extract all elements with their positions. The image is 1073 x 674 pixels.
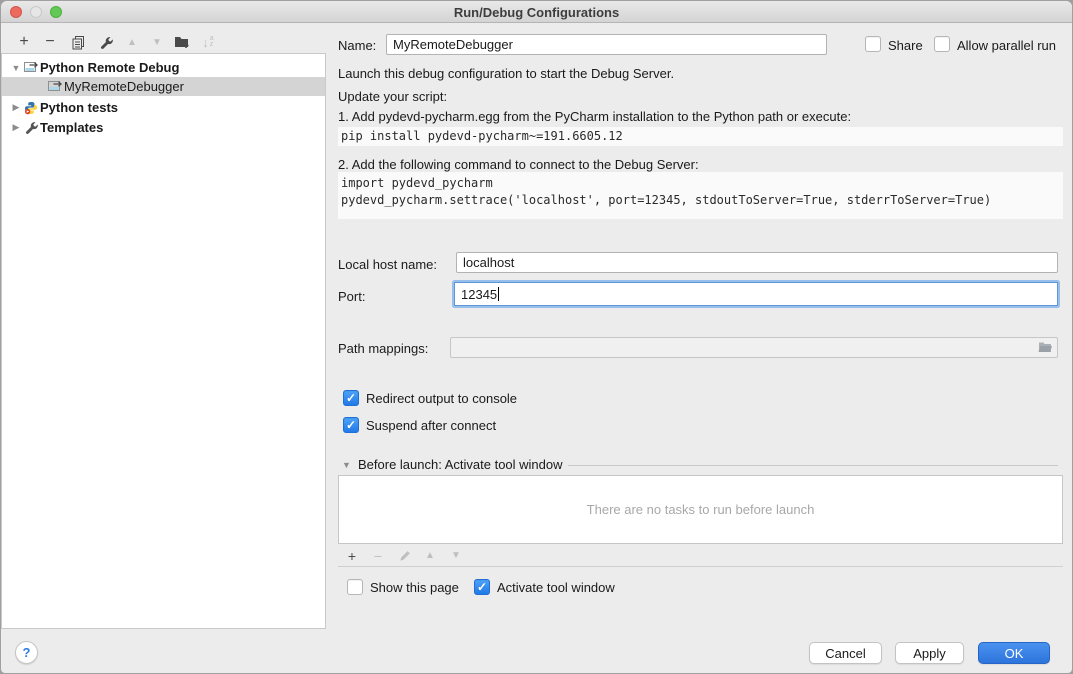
- move-task-down-button: ▼: [446, 547, 466, 564]
- chevron-down-icon[interactable]: ▼: [10, 63, 22, 73]
- add-configuration-button[interactable]: +: [13, 32, 35, 52]
- before-launch-title: Before launch: Activate tool window: [358, 457, 563, 472]
- port-input[interactable]: 12345: [454, 282, 1058, 306]
- redirect-output-label: Redirect output to console: [366, 391, 517, 406]
- name-input[interactable]: [386, 34, 827, 55]
- instruction-update: Update your script:: [338, 89, 447, 104]
- path-mappings-input[interactable]: [450, 337, 1058, 358]
- copy-configuration-icon[interactable]: [67, 32, 89, 52]
- edit-templates-wrench-icon[interactable]: [95, 32, 117, 52]
- before-launch-task-list[interactable]: There are no tasks to run before launch: [338, 475, 1063, 544]
- new-folder-icon[interactable]: [171, 32, 193, 52]
- python-tests-icon: [22, 101, 40, 115]
- show-this-page-label: Show this page: [370, 580, 459, 595]
- run-debug-configurations-dialog: Run/Debug Configurations + − ▲ ▼ ↓ az ▼ …: [0, 0, 1073, 674]
- text-caret: [498, 287, 499, 301]
- chevron-right-icon[interactable]: ▶: [10, 122, 22, 133]
- share-checkbox[interactable]: [865, 36, 881, 52]
- name-label: Name:: [338, 38, 376, 53]
- chevron-right-icon[interactable]: ▶: [10, 102, 22, 113]
- section-divider: [568, 465, 1058, 466]
- tree-item-python-tests[interactable]: ▶ Python tests: [2, 98, 325, 117]
- suspend-after-connect-checkbox[interactable]: ✓: [343, 417, 359, 433]
- check-icon: ✓: [475, 580, 489, 594]
- browse-folder-icon[interactable]: [1037, 340, 1053, 359]
- remote-debug-icon: [46, 79, 64, 94]
- before-launch-collapse-icon[interactable]: ▼: [342, 460, 351, 470]
- edit-task-pencil-icon: [394, 547, 414, 564]
- settrace-code-block: import pydevd_pycharmpydevd_pycharm.sett…: [338, 172, 1063, 219]
- allow-parallel-run-label: Allow parallel run: [957, 38, 1056, 53]
- remove-configuration-button[interactable]: −: [39, 32, 61, 52]
- activate-tool-window-checkbox[interactable]: ✓: [474, 579, 490, 595]
- sort-alphabetically-icon: ↓ az: [197, 32, 219, 52]
- empty-tasks-message: There are no tasks to run before launch: [587, 502, 815, 517]
- tree-item-python-remote-debug[interactable]: ▼ Python Remote Debug: [2, 58, 325, 77]
- instruction-step2: 2. Add the following command to connect …: [338, 157, 699, 172]
- ok-button[interactable]: OK: [978, 642, 1050, 664]
- local-host-name-label: Local host name:: [338, 257, 437, 272]
- remove-task-button: −: [368, 547, 388, 564]
- title-bar[interactable]: Run/Debug Configurations: [1, 1, 1072, 23]
- apply-button[interactable]: Apply: [895, 642, 964, 664]
- check-icon: ✓: [344, 391, 358, 405]
- move-task-up-button: ▲: [420, 547, 440, 564]
- show-this-page-checkbox[interactable]: [347, 579, 363, 595]
- port-label: Port:: [338, 289, 365, 304]
- suspend-after-connect-label: Suspend after connect: [366, 418, 496, 433]
- instruction-intro: Launch this debug configuration to start…: [338, 66, 674, 81]
- activate-tool-window-label: Activate tool window: [497, 580, 615, 595]
- redirect-output-checkbox[interactable]: ✓: [343, 390, 359, 406]
- instruction-step1: 1. Add pydevd-pycharm.egg from the PyCha…: [338, 109, 851, 124]
- path-mappings-label: Path mappings:: [338, 341, 428, 356]
- allow-parallel-run-checkbox[interactable]: [934, 36, 950, 52]
- check-icon: ✓: [344, 418, 358, 432]
- local-host-name-input[interactable]: [456, 252, 1058, 273]
- task-list-toolbar: + − ▲ ▼: [338, 544, 1063, 567]
- add-task-button[interactable]: +: [342, 547, 362, 564]
- templates-wrench-icon: [22, 120, 40, 135]
- window-title: Run/Debug Configurations: [1, 5, 1072, 20]
- pip-install-command: pip install pydevd-pycharm~=191.6605.12: [338, 127, 1063, 146]
- remote-debug-icon: [22, 60, 40, 75]
- tree-item-myremotedebugger[interactable]: MyRemoteDebugger: [2, 77, 325, 96]
- help-button[interactable]: ?: [15, 641, 38, 664]
- share-label: Share: [888, 38, 923, 53]
- cancel-button[interactable]: Cancel: [809, 642, 882, 664]
- move-down-button: ▼: [146, 32, 168, 52]
- move-up-button: ▲: [121, 32, 143, 52]
- configurations-tree: ▼ Python Remote Debug MyRemoteDebugger ▶…: [1, 53, 326, 629]
- tree-item-templates[interactable]: ▶ Templates: [2, 118, 325, 137]
